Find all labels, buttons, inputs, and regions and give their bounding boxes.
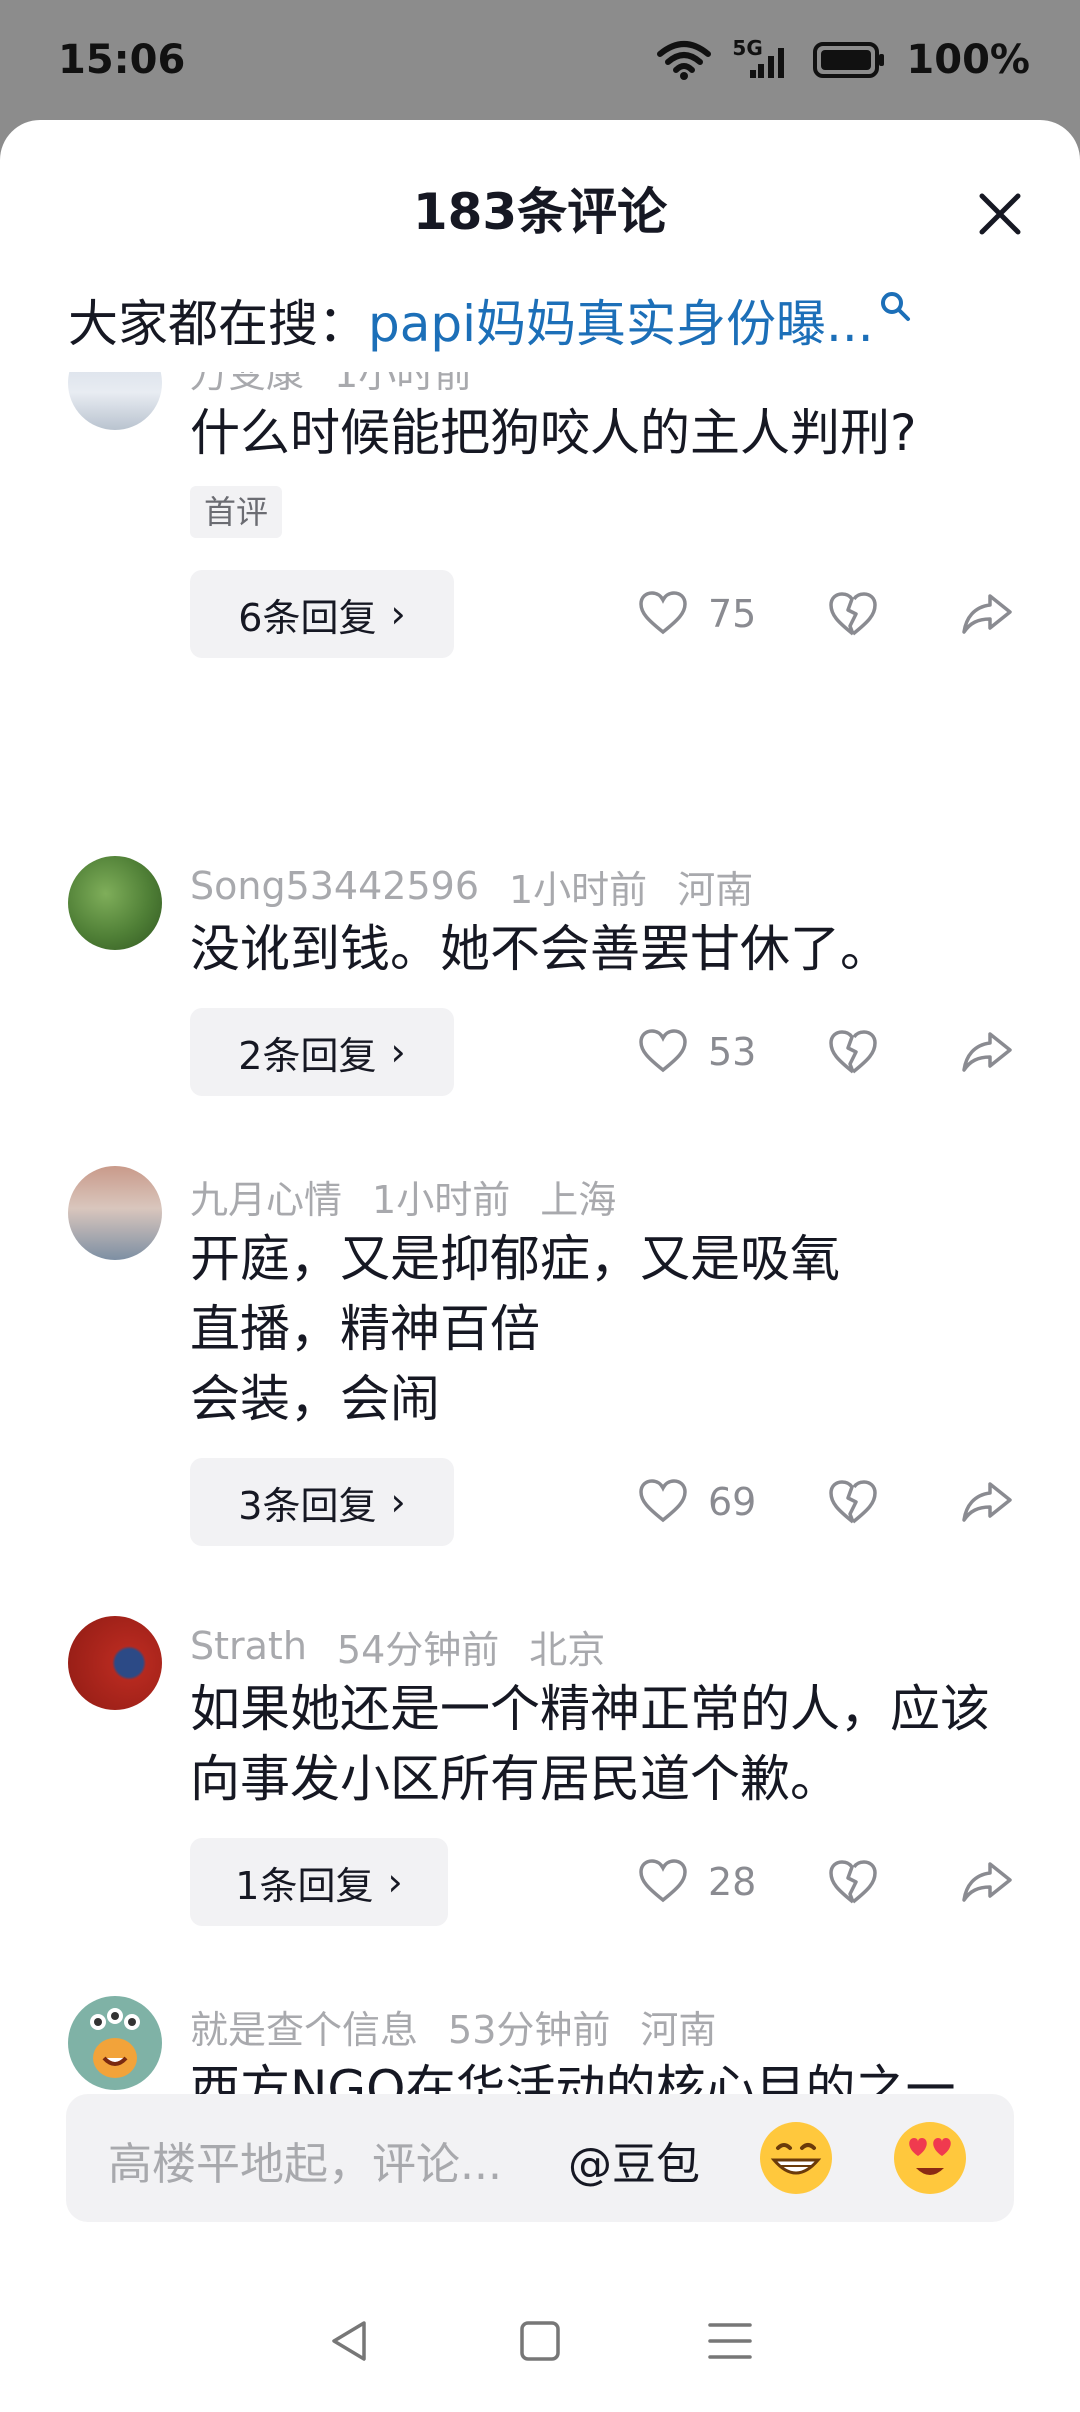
heart-icon[interactable] [638,1028,688,1074]
reply-count-label: 1条回复 [235,1863,374,1908]
comment-meta: 九月心情 1小时前 上海 [190,1168,616,1224]
status-icons: 5G 100% [656,36,1030,83]
avatar[interactable] [68,1996,162,2090]
comment-location: 北京 [529,1627,606,1672]
chevron-right-icon: › [390,592,406,636]
comment-actions: 69 [630,1458,1030,1546]
sheet-header: 183条评论 [0,120,1080,250]
broken-heart-icon[interactable] [828,1478,878,1526]
comment-meta: Strath 54分钟前 北京 [190,1618,605,1674]
comment-location: 上海 [540,1177,617,1222]
monster-avatar-icon [90,2008,140,2078]
menu-lines-icon[interactable] [700,2311,760,2371]
avatar[interactable] [68,1166,162,1260]
comment-username[interactable]: 九月心情 [190,1169,342,1224]
comment-meta: 万变康 1小时前 [190,372,472,398]
comment-actions: 75 [630,570,1030,658]
view-replies-button[interactable]: 1条回复 › [190,1838,448,1926]
mention-doubao-button[interactable]: @豆包 [568,2128,700,2192]
share-icon[interactable] [960,1480,1014,1524]
comment-time: 53分钟前 [448,2007,611,2052]
comment-location: 河南 [677,867,754,912]
comment-text[interactable]: 如果她还是一个精神正常的人，应该向事发小区所有居民道个歉。 [190,1674,1020,1814]
comment-time: 1小时前 [509,867,648,912]
avatar[interactable] [68,1616,162,1710]
trending-search-link[interactable]: papi妈妈真实身份曝... [368,284,874,356]
system-nav-bar [0,2270,1080,2412]
comment-item: Song53442596 1小时前 河南 没讹到钱。她不会善罢甘休了。 2条回复… [0,856,1080,1118]
avatar[interactable] [68,856,162,950]
heart-icon[interactable] [638,590,688,636]
wifi-icon [657,41,712,80]
comment-count-title: 183条评论 [412,183,668,241]
comment-time: 54分钟前 [336,1627,500,1672]
comment-meta: 就是查个信息 53分钟前 河南 [190,1998,716,2054]
broken-heart-icon[interactable] [828,590,878,638]
chevron-right-icon: › [390,1030,406,1074]
first-comment-tag: 首评 [190,486,283,538]
comment-time: 1小时前 [334,372,473,396]
close-icon[interactable] [972,186,1028,242]
comment-text[interactable]: 开庭，又是抑郁症，又是吸氧 直播，精神百倍 会装，会闹 [190,1224,1020,1434]
like-count: 69 [708,1480,757,1524]
comment-username[interactable]: 万变康 [190,372,304,398]
comment-username[interactable]: 就是查个信息 [190,1999,418,2054]
heart-icon[interactable] [638,1858,688,1904]
battery-percentage: 100% [906,37,1030,83]
heart-eyes-emoji-icon[interactable] [890,2118,970,2198]
avatar[interactable] [68,372,162,430]
like-count: 28 [708,1860,757,1904]
view-replies-button[interactable]: 6条回复 › [190,570,454,658]
comment-item: 九月心情 1小时前 上海 开庭，又是抑郁症，又是吸氧 直播，精神百倍 会装，会闹… [0,1166,1080,1568]
reply-count-label: 2条回复 [238,1033,377,1078]
cellular-signal-icon: 5G [732,36,792,82]
comment-item: Strath 54分钟前 北京 如果她还是一个精神正常的人，应该向事发小区所有居… [0,1616,1080,1958]
status-bar: 15:06 5G 100% [0,0,1080,120]
battery-icon [813,42,885,78]
comment-text[interactable]: 什么时候能把狗咬人的主人判刑? [190,398,1020,468]
home-square-icon[interactable] [510,2311,570,2371]
grinning-emoji-icon[interactable] [756,2118,836,2198]
like-count: 53 [708,1030,757,1074]
like-count: 75 [708,592,757,636]
comment-list[interactable]: 万变康 1小时前 什么时候能把狗咬人的主人判刑? 首评 6条回复 › 75 So… [0,372,1080,2182]
share-icon[interactable] [960,1860,1014,1904]
chevron-right-icon: › [390,1480,406,1524]
share-icon[interactable] [960,1030,1014,1074]
comment-sheet: 183条评论 大家都在搜： papi妈妈真实身份曝... 万变康 1小时前 什么… [0,120,1080,2412]
share-icon[interactable] [960,592,1014,636]
status-time: 15:06 [58,37,186,83]
comment-input-placeholder[interactable]: 高楼平地起，评论... [108,2128,502,2192]
trending-search-row[interactable]: 大家都在搜： papi妈妈真实身份曝... [68,280,1020,360]
comment-username[interactable]: Strath [190,1624,307,1668]
broken-heart-icon[interactable] [828,1858,878,1906]
broken-heart-icon[interactable] [828,1028,878,1076]
comment-location: 河南 [640,2007,717,2052]
comment-meta: Song53442596 1小时前 河南 [190,858,753,914]
reply-count-label: 6条回复 [238,595,377,640]
comment-username[interactable]: Song53442596 [190,864,479,908]
search-icon [880,292,910,321]
comment-item: 万变康 1小时前 什么时候能把狗咬人的主人判刑? 首评 6条回复 › 75 [0,372,1080,672]
trending-search-prefix: 大家都在搜： [68,295,368,353]
comment-actions: 28 [630,1838,1030,1926]
back-triangle-icon[interactable] [320,2311,380,2371]
reply-count-label: 3条回复 [238,1483,377,1528]
view-replies-button[interactable]: 2条回复 › [190,1008,454,1096]
heart-icon[interactable] [638,1478,688,1524]
chevron-right-icon: › [387,1860,403,1904]
comment-input-bar[interactable]: 高楼平地起，评论... @豆包 [66,2094,1014,2222]
comment-time: 1小时前 [372,1177,511,1222]
view-replies-button[interactable]: 3条回复 › [190,1458,454,1546]
comment-actions: 53 [630,1008,1030,1096]
comment-text[interactable]: 没讹到钱。她不会善罢甘休了。 [190,914,1020,984]
